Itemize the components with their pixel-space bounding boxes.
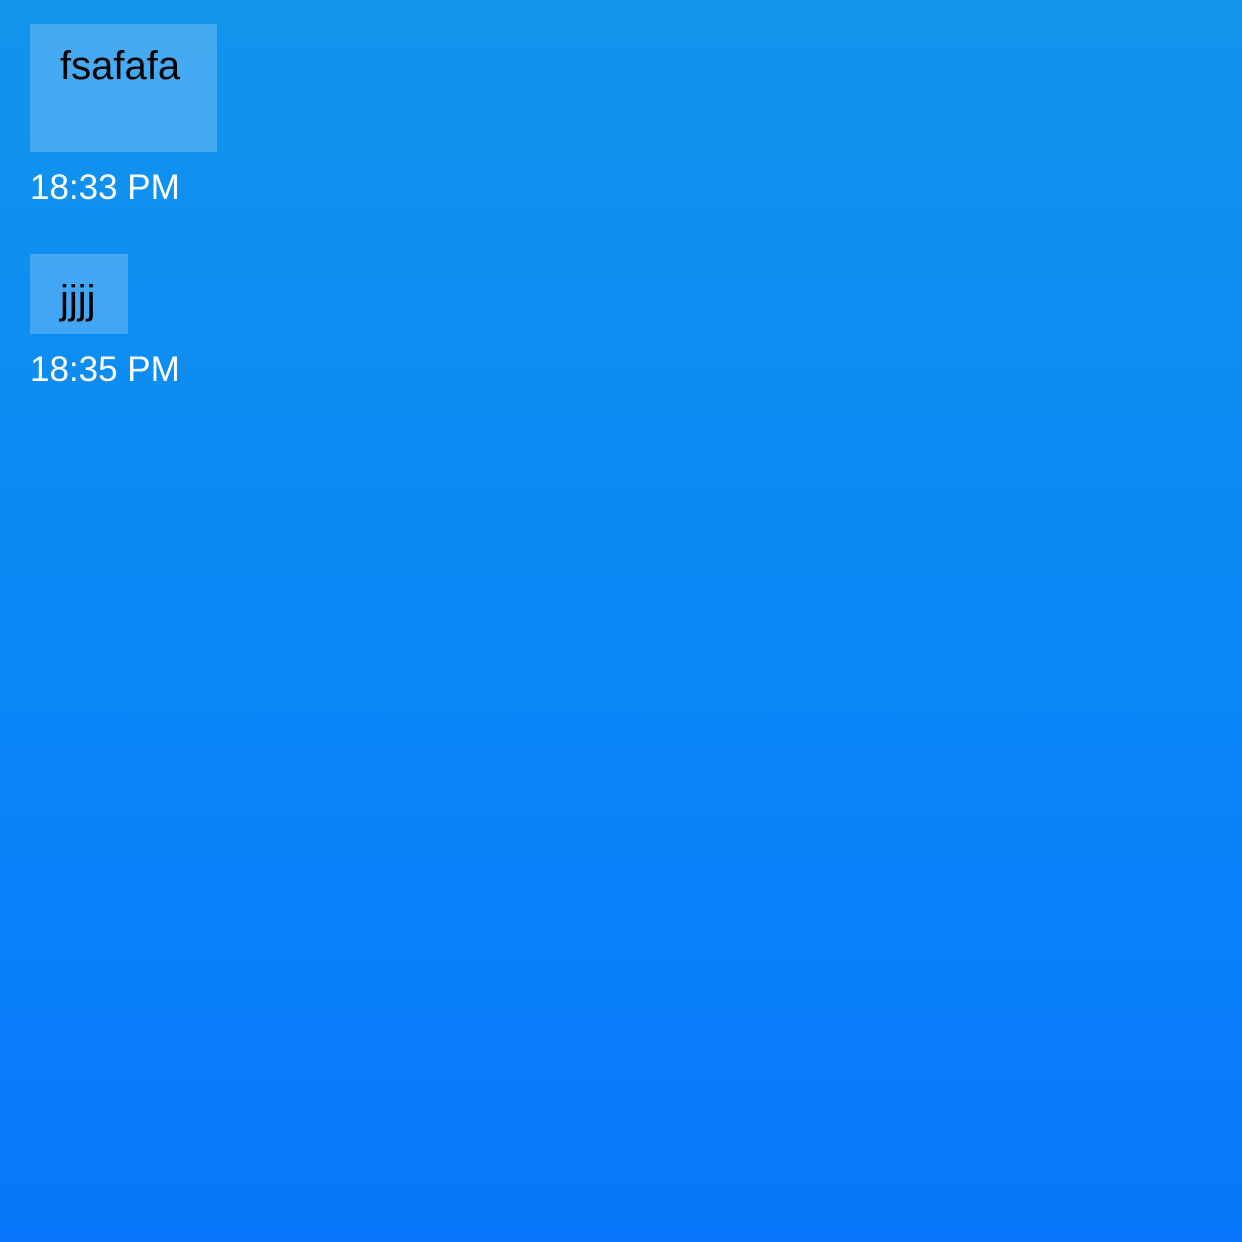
message-list: fsafafa 18:33 PM jjjj 18:35 PM (30, 24, 217, 387)
chat-screen: { "messages": [ { "text": "fsafafa", "ti… (0, 0, 1242, 1242)
message-item: jjjj 18:35 PM (30, 254, 217, 387)
message-timestamp: 18:35 PM (30, 350, 180, 389)
message-text: jjjj (60, 278, 96, 322)
message-bubble[interactable]: fsafafa (30, 24, 217, 152)
message-item: fsafafa 18:33 PM (30, 24, 217, 205)
message-bubble[interactable]: jjjj (30, 254, 128, 334)
message-timestamp: 18:33 PM (30, 168, 180, 207)
message-text: fsafafa (60, 44, 181, 88)
